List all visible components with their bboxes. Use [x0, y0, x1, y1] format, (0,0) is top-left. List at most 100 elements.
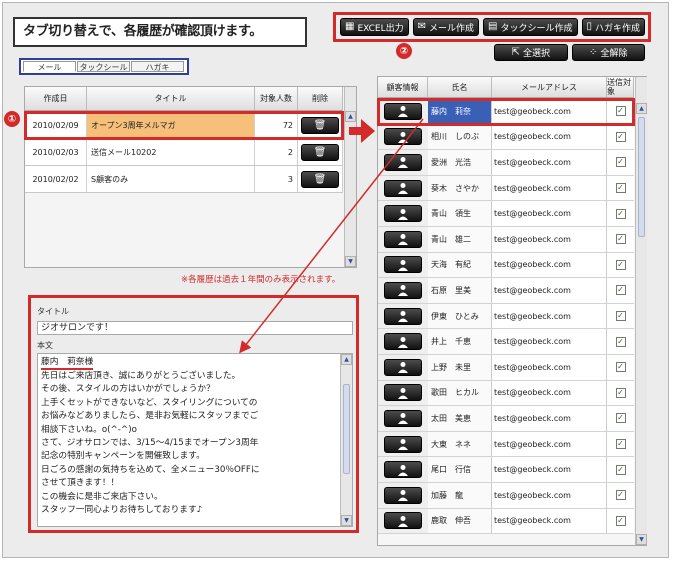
- trash-icon[interactable]: 🗑: [301, 116, 339, 134]
- subject-field[interactable]: ジオサロンです！: [37, 321, 353, 335]
- row-title: 送信メール10202: [87, 139, 255, 165]
- body-scrollbar[interactable]: ▲ ▼: [340, 354, 352, 526]
- scroll-down-icon[interactable]: ▼: [636, 534, 647, 545]
- person-icon[interactable]: [384, 307, 422, 325]
- excel-export-label: EXCEL出力: [357, 23, 404, 34]
- body-field[interactable]: 藤内 莉奈様 先日はご来店頂き、誠にありがとうございました。 その後、スタイルの…: [37, 353, 353, 527]
- send-checkbox[interactable]: ✓: [615, 183, 626, 194]
- send-checkbox[interactable]: ✓: [615, 285, 626, 296]
- tab-mail[interactable]: メール: [23, 61, 76, 72]
- send-target-cell: ✓: [607, 252, 634, 278]
- mail-detail-panel: タイトル ジオサロンです！ 本文 藤内 莉奈様 先日はご来店頂き、誠にありがとう…: [28, 295, 359, 533]
- table-row[interactable]: 歌田 ヒカル test@geobeck.com ✓: [378, 380, 634, 407]
- deselect-all-label: 全解除: [600, 49, 628, 59]
- customer-scrollbar[interactable]: ▲ ▼: [635, 77, 647, 545]
- send-target-cell: ✓: [607, 354, 634, 380]
- person-icon[interactable]: [384, 333, 422, 351]
- send-checkbox[interactable]: ✓: [615, 208, 626, 219]
- col-name: 氏名: [428, 77, 492, 97]
- trash-icon[interactable]: 🗑: [301, 170, 339, 188]
- tab-postcard[interactable]: ハガキ: [131, 61, 184, 72]
- select-all-label: 全選択: [522, 49, 550, 59]
- person-icon[interactable]: [384, 179, 422, 197]
- table-row[interactable]: 大東 ネネ test@geobeck.com ✓: [378, 431, 634, 458]
- selection-buttons: ⇱ 全選択 ⁘ 全解除: [494, 44, 645, 61]
- table-row[interactable]: 太田 美恵 test@geobeck.com ✓: [378, 406, 634, 432]
- send-checkbox[interactable]: ✓: [615, 490, 626, 501]
- table-row[interactable]: 青山 雄二 test@geobeck.com ✓: [378, 226, 634, 253]
- tab-tag-seal[interactable]: タックシール: [77, 61, 130, 72]
- scroll-thumb[interactable]: [343, 384, 350, 474]
- person-icon[interactable]: [384, 409, 422, 427]
- customer-info-cell: [378, 329, 428, 354]
- table-row[interactable]: 相川 しのぶ test@geobeck.com ✓: [378, 124, 634, 151]
- history-table: 作成日 タイトル 対象人数 削除 2010/02/09 オープン3周年メルマガ …: [24, 86, 357, 268]
- person-icon[interactable]: [384, 230, 422, 248]
- send-checkbox[interactable]: ✓: [615, 157, 626, 168]
- scroll-down-icon[interactable]: ▼: [345, 256, 356, 267]
- scroll-up-icon[interactable]: ▲: [636, 103, 647, 114]
- table-row[interactable]: 藤内 莉奈 test@geobeck.com ✓: [377, 98, 635, 126]
- create-tag-seal-button[interactable]: ▤ タックシール作成: [483, 18, 578, 36]
- customer-info-cell: [378, 226, 428, 252]
- person-icon[interactable]: [384, 281, 422, 299]
- table-row[interactable]: 井上 千恵 test@geobeck.com ✓: [378, 329, 634, 355]
- send-checkbox[interactable]: ✓: [615, 387, 626, 398]
- customer-info-cell: [378, 175, 428, 201]
- table-row[interactable]: 2010/02/02 S顧客のみ 3 🗑: [25, 166, 343, 193]
- person-icon[interactable]: [384, 153, 422, 171]
- scroll-thumb[interactable]: [638, 117, 645, 237]
- person-icon[interactable]: [384, 384, 422, 402]
- body-line: 記念の特別キャンペーンを開催致します。: [41, 451, 205, 462]
- create-postcard-button[interactable]: ▯ ハガキ作成: [581, 18, 646, 36]
- table-row[interactable]: 天海 有紀 test@geobeck.com ✓: [378, 252, 634, 279]
- scroll-down-icon[interactable]: ▼: [341, 515, 352, 526]
- table-row[interactable]: 2010/02/03 送信メール10202 2 🗑: [25, 139, 343, 166]
- person-icon[interactable]: [384, 205, 422, 223]
- customer-info-cell: [378, 150, 428, 175]
- deselect-all-button[interactable]: ⁘ 全解除: [571, 44, 645, 61]
- send-checkbox[interactable]: ✓: [615, 106, 626, 117]
- row-date: 2010/02/02: [25, 166, 87, 192]
- scroll-up-icon[interactable]: ▲: [341, 354, 352, 365]
- trash-icon[interactable]: 🗑: [301, 143, 339, 161]
- table-row[interactable]: 鹿取 伸吾 test@geobeck.com ✓: [378, 508, 634, 535]
- table-row[interactable]: 尾口 行信 test@geobeck.com ✓: [378, 457, 634, 483]
- table-row[interactable]: 石原 里美 test@geobeck.com ✓: [378, 278, 634, 304]
- person-icon[interactable]: [384, 102, 422, 120]
- table-row[interactable]: 2010/02/09 オープン3周年メルマガ 72 🗑: [24, 111, 344, 140]
- send-checkbox[interactable]: ✓: [615, 336, 626, 347]
- create-mail-button[interactable]: ✉ メール作成: [412, 18, 480, 36]
- person-icon[interactable]: [384, 128, 422, 146]
- table-row[interactable]: 愛洲 光浩 test@geobeck.com ✓: [378, 150, 634, 176]
- send-checkbox[interactable]: ✓: [615, 311, 626, 322]
- table-row[interactable]: 上野 未里 test@geobeck.com ✓: [378, 354, 634, 381]
- send-checkbox[interactable]: ✓: [615, 259, 626, 270]
- excel-export-button[interactable]: ▦ EXCEL出力: [340, 18, 409, 36]
- history-scrollbar[interactable]: ▲ ▼: [344, 87, 356, 267]
- table-row[interactable]: 伊東 ひとみ test@geobeck.com ✓: [378, 303, 634, 330]
- send-checkbox[interactable]: ✓: [615, 413, 626, 424]
- send-checkbox[interactable]: ✓: [615, 234, 626, 245]
- send-checkbox[interactable]: ✓: [615, 515, 626, 526]
- send-checkbox[interactable]: ✓: [615, 362, 626, 373]
- person-icon[interactable]: [384, 435, 422, 453]
- table-row[interactable]: 葵木 さやか test@geobeck.com ✓: [378, 175, 634, 202]
- send-checkbox[interactable]: ✓: [615, 131, 626, 142]
- person-icon[interactable]: [384, 256, 422, 274]
- subject-label: タイトル: [37, 307, 69, 316]
- table-row[interactable]: 加藤 龍 test@geobeck.com ✓: [378, 482, 634, 509]
- person-icon[interactable]: [384, 512, 422, 530]
- table-row[interactable]: 青山 領生 test@geobeck.com ✓: [378, 201, 634, 227]
- body-line: 上手くセットができないなど、スタイリングについての: [41, 397, 258, 408]
- send-checkbox[interactable]: ✓: [615, 439, 626, 450]
- select-all-button[interactable]: ⇱ 全選択: [494, 44, 568, 61]
- scroll-up-icon[interactable]: ▲: [345, 111, 356, 122]
- customer-name: 上野 未里: [428, 354, 492, 380]
- person-icon[interactable]: [384, 358, 422, 376]
- col-delete: 削除: [298, 87, 343, 110]
- person-icon[interactable]: [384, 486, 422, 504]
- person-icon[interactable]: [384, 461, 422, 479]
- send-checkbox[interactable]: ✓: [615, 464, 626, 475]
- row-date: 2010/02/09: [25, 112, 87, 138]
